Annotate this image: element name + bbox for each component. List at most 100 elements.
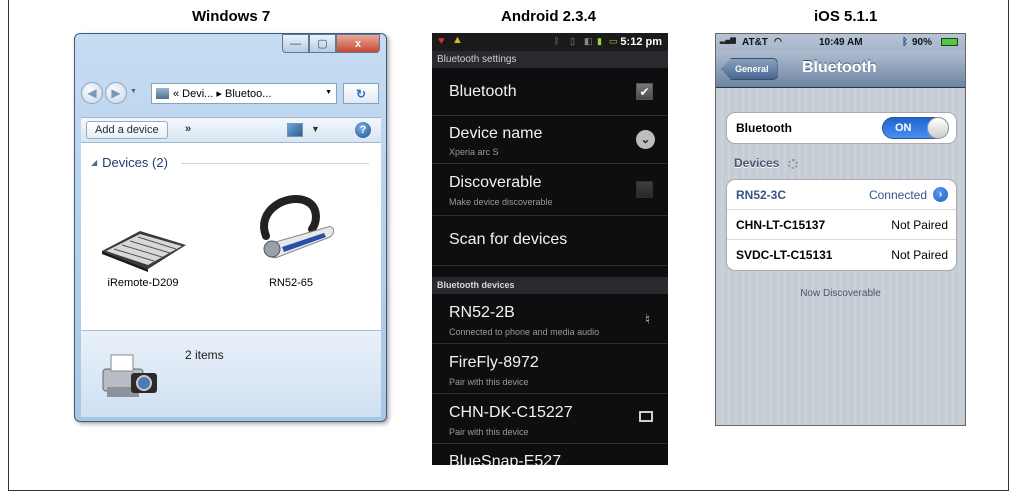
row-summary: Xperia arc S [449, 147, 499, 157]
forward-button[interactable]: ▶ [105, 82, 127, 104]
windows-explorer-window: — ▢ x ◀ ▶ ▼ « Devi... ▸ Bluetoo... ▼ ↻ A… [74, 33, 387, 422]
row-title: Device name [449, 125, 543, 142]
warning-icon: ▲ [452, 34, 463, 46]
caption-android: Android 2.3.4 [501, 8, 597, 25]
status-time: 5:12 pm [620, 36, 662, 48]
device-name-row[interactable]: Device name Xperia arc S ⌄ [432, 116, 668, 164]
bluetooth-status-icon: ᛒ [554, 36, 560, 46]
vibrate-icon: ▯ [570, 36, 575, 46]
device-row[interactable]: BlueSnap-E527 [432, 444, 668, 465]
bluetooth-label: Bluetooth [736, 121, 792, 135]
row-title: Bluetooth [449, 83, 517, 100]
devices-header-label: Devices [734, 156, 780, 170]
window-controls: — ▢ x [282, 34, 380, 53]
device-name: BlueSnap-E527 [449, 453, 562, 465]
device-status: Not Paired [891, 218, 948, 232]
status-time: 10:49 AM [819, 37, 863, 48]
computer-icon [639, 411, 653, 422]
headset-icon: ♮ [644, 311, 650, 327]
details-pane: 2 items [81, 330, 381, 417]
device-name: RN52-3C [736, 188, 787, 202]
devices-group-label: Devices (2) [102, 155, 168, 170]
view-dropdown-icon[interactable]: ▼ [311, 124, 320, 134]
bluetooth-toggle-cell: Bluetooth ON [727, 113, 956, 143]
row-title: Scan for devices [449, 231, 568, 248]
row-summary: Make device discoverable [449, 197, 553, 207]
maximize-button[interactable]: ▢ [309, 34, 336, 53]
heart-icon: ♥ [438, 35, 445, 47]
back-button[interactable]: ◀ [81, 82, 103, 104]
device-row[interactable]: RN52-2B Connected to phone and media aud… [432, 294, 668, 344]
add-device-button[interactable]: Add a device [86, 121, 168, 139]
address-row: ◀ ▶ ▼ « Devi... ▸ Bluetoo... ▼ ↻ [81, 80, 381, 106]
group-divider [181, 163, 369, 164]
bluetooth-checkbox[interactable]: ✔ [636, 83, 653, 100]
breadcrumb: « Devi... ▸ Bluetoo... [173, 88, 272, 100]
device-cell[interactable]: RN52-3C Connected › [727, 180, 956, 210]
detail-disclosure-icon[interactable]: › [933, 187, 948, 202]
signal-bars-icon: ▂▄▆ [720, 37, 736, 44]
view-options-icon[interactable] [287, 123, 303, 137]
device-name: RN52-2B [449, 304, 515, 321]
navigation-bar: General Bluetooth [716, 51, 965, 88]
close-button[interactable]: x [336, 34, 380, 53]
refresh-icon: ↻ [355, 86, 367, 101]
device-cell[interactable]: CHN-LT-C15137 Not Paired [727, 210, 956, 240]
carrier-label: AT&T [742, 37, 768, 48]
devices-group-header[interactable]: ◢ Devices (2) [91, 155, 168, 170]
printer-camera-icon [102, 354, 157, 397]
scan-devices-row[interactable]: Scan for devices [432, 216, 668, 266]
switch-label: ON [895, 122, 912, 134]
device-summary: Pair with this device [449, 377, 529, 387]
bluetooth-toggle-row[interactable]: Bluetooth ✔ [432, 68, 668, 116]
discoverable-footer: Now Discoverable [800, 288, 881, 299]
wifi-icon: ◠ [774, 36, 782, 46]
battery-icon [941, 38, 958, 46]
discoverable-row[interactable]: Discoverable Make device discoverable [432, 164, 668, 216]
help-icon[interactable]: ? [355, 122, 371, 138]
section-header: Bluetooth devices [432, 277, 668, 294]
address-dropdown-icon[interactable]: ▼ [325, 89, 332, 96]
discoverable-checkbox[interactable] [636, 181, 653, 198]
forward-arrow-icon: ▶ [111, 86, 121, 100]
control-panel-icon [156, 88, 169, 99]
device-cell[interactable]: SVDC-LT-C15131 Not Paired [727, 240, 956, 270]
bluetooth-toggle-group: Bluetooth ON [726, 112, 957, 144]
device-name: SVDC-LT-C15131 [736, 248, 833, 262]
minimize-button[interactable]: — [282, 34, 309, 53]
caption-ios: iOS 5.1.1 [814, 8, 878, 25]
device-item-iremote[interactable]: iRemote-D209 [93, 215, 193, 305]
devices-group: RN52-3C Connected › CHN-LT-C15137 Not Pa… [726, 179, 957, 271]
refresh-button[interactable]: ↻ [343, 83, 379, 104]
bluetooth-switch[interactable]: ON [882, 117, 949, 139]
address-bar[interactable]: « Devi... ▸ Bluetoo... ▼ [151, 83, 337, 104]
back-button[interactable]: General [721, 58, 778, 80]
devices-section-header: Devices [734, 156, 798, 170]
ios-status-bar: ▂▄▆ AT&T ◠ 10:49 AM ᛒ 90% [716, 34, 965, 51]
device-label: RN52-65 [268, 277, 314, 289]
collapse-triangle-icon: ◢ [91, 158, 98, 167]
signal-icon: ▮ [597, 36, 602, 46]
device-name: FireFly-8972 [449, 354, 539, 371]
back-arrow-icon: ◀ [87, 86, 97, 100]
headset-icon [260, 195, 335, 259]
device-row[interactable]: CHN-DK-C15227 Pair with this device [432, 394, 668, 444]
device-item-rn52[interactable]: RN52-65 [241, 183, 341, 305]
device-summary: Pair with this device [449, 427, 529, 437]
command-bar: Add a device » ▼ ? [81, 117, 381, 143]
android-status-bar: ♥ ▲ ᛒ ▯ ◧ ▮ ▭ 5:12 pm [432, 33, 668, 51]
item-count: 2 items [185, 348, 224, 362]
history-dropdown-icon[interactable]: ▼ [130, 88, 137, 95]
android-bluetooth-screen: ♥ ▲ ᛒ ▯ ◧ ▮ ▭ 5:12 pm Bluetooth settings… [432, 33, 668, 465]
device-row[interactable]: FireFly-8972 Pair with this device [432, 344, 668, 394]
switch-knob [927, 117, 949, 139]
ios-bluetooth-screen: ▂▄▆ AT&T ◠ 10:49 AM ᛒ 90% General Blueto… [715, 33, 966, 426]
battery-percent: 90% [912, 37, 933, 48]
screen-title: Bluetooth settings [432, 51, 668, 68]
row-title: Discoverable [449, 174, 542, 191]
device-label: iRemote-D209 [107, 277, 179, 289]
loading-spinner-icon [787, 159, 798, 169]
more-commands-button[interactable]: » [185, 123, 191, 135]
device-name: CHN-LT-C15137 [736, 218, 826, 232]
bluetooth-status-icon: ᛒ [902, 37, 908, 48]
